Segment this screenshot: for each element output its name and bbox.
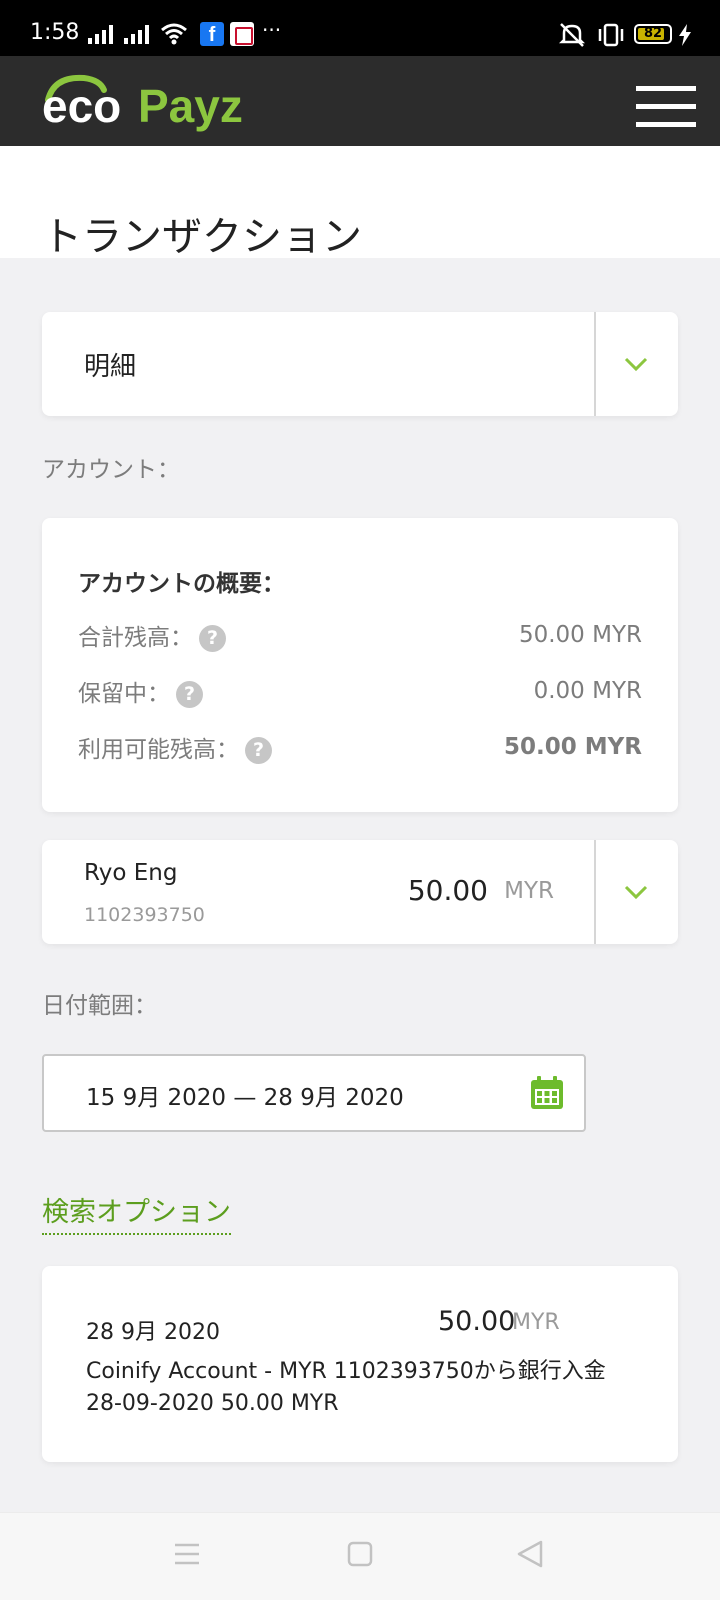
view-select-value: 明細 — [84, 352, 137, 382]
nav-menu-icon[interactable] — [174, 1541, 200, 1567]
title-band: トランザクション — [0, 146, 720, 260]
account-currency: MYR — [504, 878, 554, 904]
transaction-date: 28 9月 2020 — [86, 1320, 220, 1345]
date-range-input[interactable]: 15 9月 2020 — 28 9月 2020 — [42, 1054, 586, 1132]
transaction-amount: 50.00 — [438, 1306, 516, 1337]
account-label: アカウント： — [42, 457, 180, 483]
chevron-down-icon[interactable] — [624, 880, 648, 904]
pending-value: 0.00 MYR — [533, 678, 642, 704]
hamburger-icon — [636, 86, 696, 91]
nav-back-icon[interactable] — [516, 1539, 544, 1569]
charging-icon — [679, 24, 691, 46]
system-nav-bar — [0, 1512, 720, 1600]
account-name: Ryo Eng — [84, 860, 178, 886]
search-options-link[interactable]: 検索オプション — [42, 1190, 231, 1235]
vibrate-icon — [598, 23, 624, 47]
transaction-description: Coinify Account - MYR 1102393750から銀行入金 2… — [86, 1359, 606, 1416]
date-range-value: 15 9月 2020 — 28 9月 2020 — [86, 1085, 404, 1111]
help-icon[interactable]: ? — [199, 625, 226, 652]
app-header: eco Payz — [0, 56, 720, 146]
hamburger-menu-button[interactable] — [636, 86, 696, 130]
ecopayz-logo[interactable]: eco Payz — [42, 64, 272, 140]
status-bar: 1:58 f ··· 82 — [0, 0, 720, 56]
transaction-currency: MYR — [512, 1310, 560, 1335]
available-balance-value: 50.00 MYR — [503, 734, 642, 760]
account-select[interactable]: Ryo Eng 1102393750 50.00 MYR — [42, 840, 678, 944]
wifi-icon — [161, 23, 187, 45]
page-title: トランザクション — [42, 214, 362, 260]
chevron-down-icon[interactable] — [624, 352, 648, 376]
help-icon[interactable]: ? — [176, 681, 203, 708]
nav-home-icon[interactable] — [347, 1541, 373, 1567]
available-balance-label: 利用可能残高：? — [78, 730, 272, 764]
summary-heading: アカウントの概要： — [78, 571, 285, 597]
logo-eco-text: eco — [42, 80, 121, 132]
battery-icon: 82 — [634, 24, 672, 44]
total-balance-value: 50.00 MYR — [518, 622, 642, 648]
pending-label: 保留中：? — [78, 674, 203, 708]
help-icon[interactable]: ? — [245, 737, 272, 764]
select-divider — [594, 312, 596, 416]
status-time: 1:58 — [30, 20, 80, 45]
mute-icon — [558, 23, 586, 47]
hamburger-icon — [636, 122, 696, 127]
account-number: 1102393750 — [84, 904, 205, 926]
view-select[interactable]: 明細 — [42, 312, 678, 416]
signal-icon — [88, 24, 113, 44]
account-summary-card: アカウントの概要： 合計残高：? 50.00 MYR 保留中：? 0.00 MY… — [42, 518, 678, 812]
logo-payz-text: Payz — [138, 80, 243, 132]
account-amount: 50.00 — [407, 874, 488, 907]
date-range-label: 日付範囲： — [42, 993, 157, 1019]
select-divider — [594, 840, 596, 944]
hamburger-icon — [636, 104, 696, 109]
more-notifications: ··· — [262, 18, 282, 42]
total-balance-label: 合計残高：? — [78, 618, 226, 652]
facebook-icon: f — [200, 22, 224, 46]
transaction-card[interactable]: 28 9月 2020 50.00 MYR Coinify Account - M… — [42, 1266, 678, 1462]
calendar-icon[interactable] — [530, 1076, 564, 1110]
signal-icon — [124, 24, 149, 44]
app-icon — [230, 22, 254, 46]
